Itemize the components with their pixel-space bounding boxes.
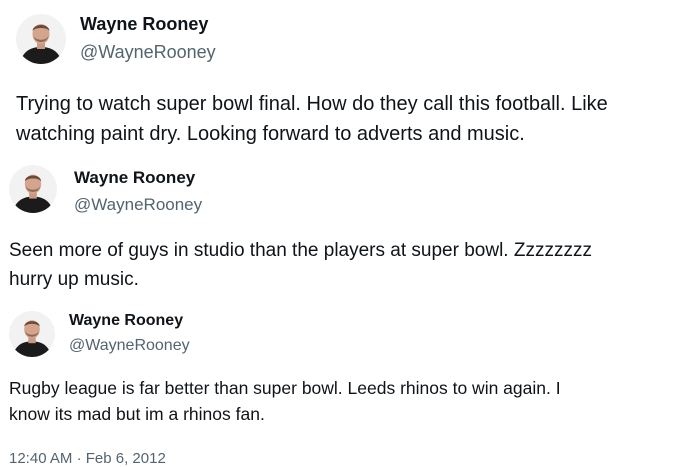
display-name[interactable]: Wayne Rooney	[80, 14, 208, 35]
display-name[interactable]: Wayne Rooney	[69, 312, 183, 330]
tweet-text-line: watching paint dry. Looking forward to a…	[16, 123, 525, 145]
avatar-photo-icon	[16, 14, 66, 64]
avatar[interactable]	[9, 165, 57, 213]
avatar-photo-icon	[9, 311, 55, 357]
tweet-text: Seen more of guys in studio than the pla…	[9, 236, 592, 294]
timestamp-time[interactable]: 12:40 AM	[9, 450, 72, 467]
display-name[interactable]: Wayne Rooney	[74, 168, 195, 188]
tweet-text: Rugby league is far better than super bo…	[9, 375, 561, 427]
tweet-text-line: know its mad but im a rhinos fan.	[9, 404, 265, 424]
handle[interactable]: @WayneRooney	[74, 195, 202, 215]
tweet-2: Wayne Rooney @WayneRooney Seen more of g…	[0, 160, 700, 305]
tweet-text-line: Seen more of guys in studio than the pla…	[9, 240, 592, 261]
tweet-text-line: Trying to watch super bowl final. How do…	[16, 93, 608, 115]
tweet-timestamp[interactable]: 12:40 AM · Feb 6, 2012	[9, 450, 166, 467]
tweet-text-line: Rugby league is far better than super bo…	[9, 378, 561, 398]
timestamp-date[interactable]: Feb 6, 2012	[86, 450, 166, 467]
timestamp-separator: ·	[76, 450, 82, 467]
avatar-photo-icon	[9, 165, 57, 213]
handle[interactable]: @WayneRooney	[69, 337, 190, 355]
tweet-text: Trying to watch super bowl final. How do…	[16, 89, 608, 149]
tweet-1: Wayne Rooney @WayneRooney Trying to watc…	[0, 0, 700, 160]
tweet-3: Wayne Rooney @WayneRooney Rugby league i…	[0, 305, 700, 467]
avatar[interactable]	[9, 311, 55, 357]
tweet-text-line: hurry up music.	[9, 269, 139, 290]
handle[interactable]: @WayneRooney	[80, 42, 216, 63]
avatar[interactable]	[16, 14, 66, 64]
